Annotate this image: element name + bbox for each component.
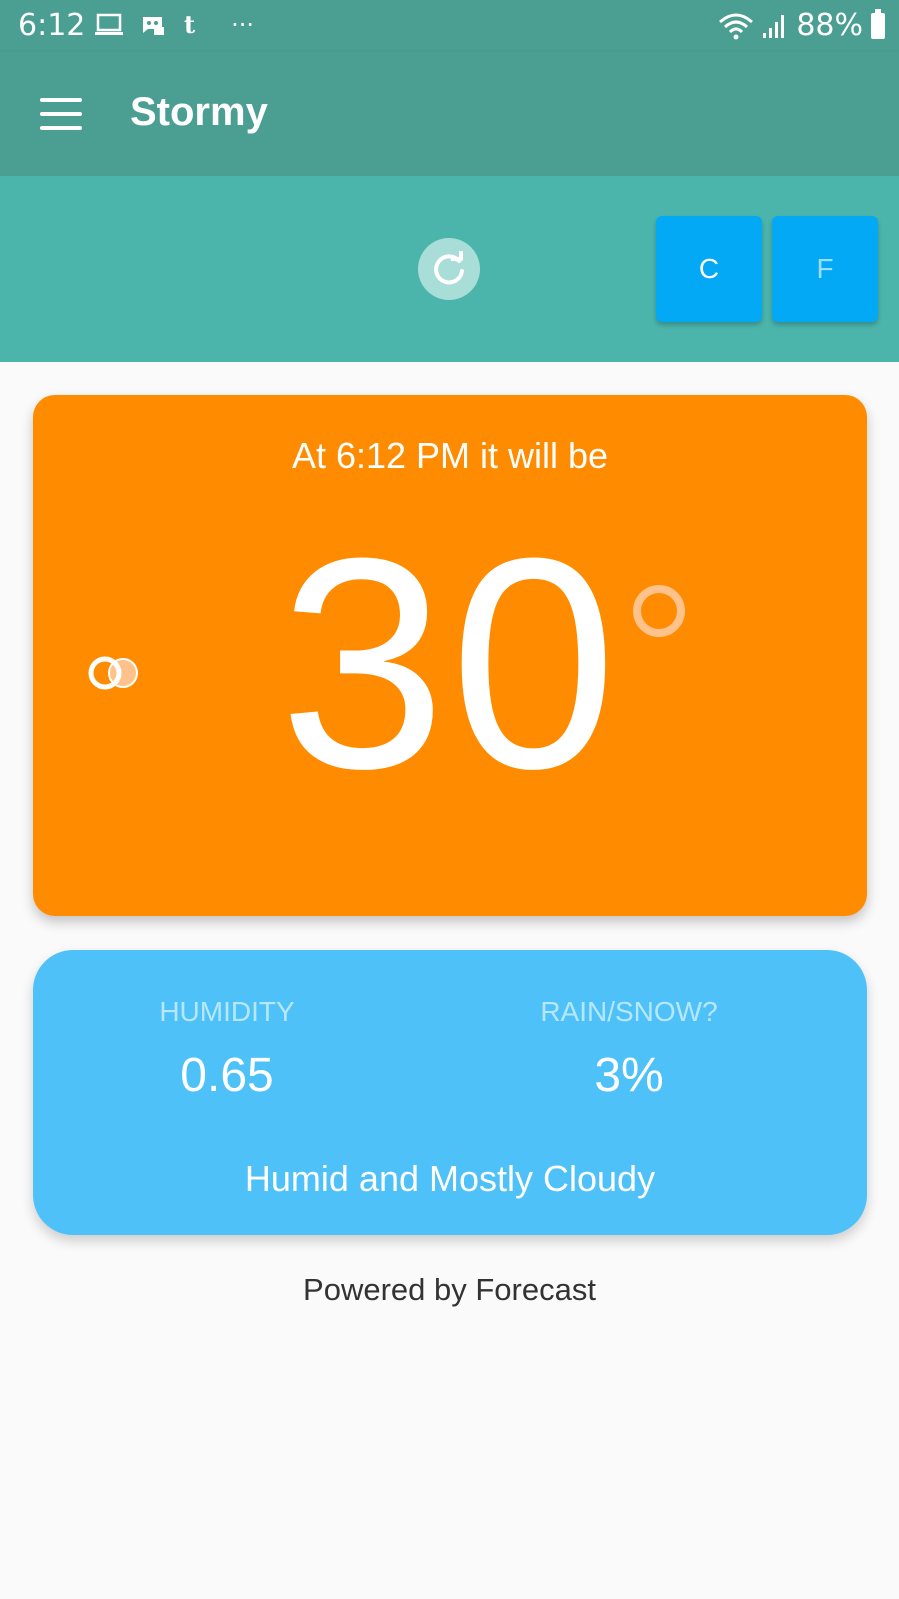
discord-icon xyxy=(143,16,164,35)
laptop-icon xyxy=(95,13,123,35)
app-title: Stormy xyxy=(130,90,268,134)
tumblr-icon: t xyxy=(184,10,196,39)
rain-snow-label: RAIN/SNOW? xyxy=(540,996,718,1027)
notification-icons: t ··· xyxy=(94,10,254,39)
controls-panel: C F xyxy=(0,176,899,362)
refresh-icon xyxy=(434,251,464,285)
signal-icon xyxy=(763,14,785,38)
status-bar: 6:12 t ··· 88% xyxy=(0,0,899,52)
status-right: 88% xyxy=(718,8,885,43)
wifi-icon xyxy=(719,13,754,39)
temperature-value: 30 xyxy=(279,495,621,831)
app-bar: Stormy xyxy=(0,52,899,176)
hamburger-menu-icon[interactable] xyxy=(40,98,82,130)
forecast-time-text: At 6:12 PM it will be xyxy=(291,435,609,476)
battery-percent: 88% xyxy=(796,8,863,43)
celsius-button[interactable]: C xyxy=(656,216,762,322)
status-time: 6:12 xyxy=(18,8,86,43)
fahrenheit-button[interactable]: F xyxy=(772,216,878,322)
humidity-label: HUMIDITY xyxy=(159,996,295,1027)
rain-snow-value: 3% xyxy=(594,1049,664,1102)
degree-icon xyxy=(633,585,685,637)
details-card: HUMIDITY 0.65 RAIN/SNOW? 3% Humid and Mo… xyxy=(33,950,867,1235)
refresh-button[interactable] xyxy=(418,238,480,300)
battery-icon xyxy=(871,8,885,39)
powered-by-text: Powered by Forecast xyxy=(303,1272,596,1307)
more-notifications: ··· xyxy=(231,10,254,39)
temperature-card: At 6:12 PM it will be 30 xyxy=(33,395,867,916)
humidity-value: 0.65 xyxy=(180,1049,274,1102)
weather-summary: Humid and Mostly Cloudy xyxy=(244,1158,656,1199)
